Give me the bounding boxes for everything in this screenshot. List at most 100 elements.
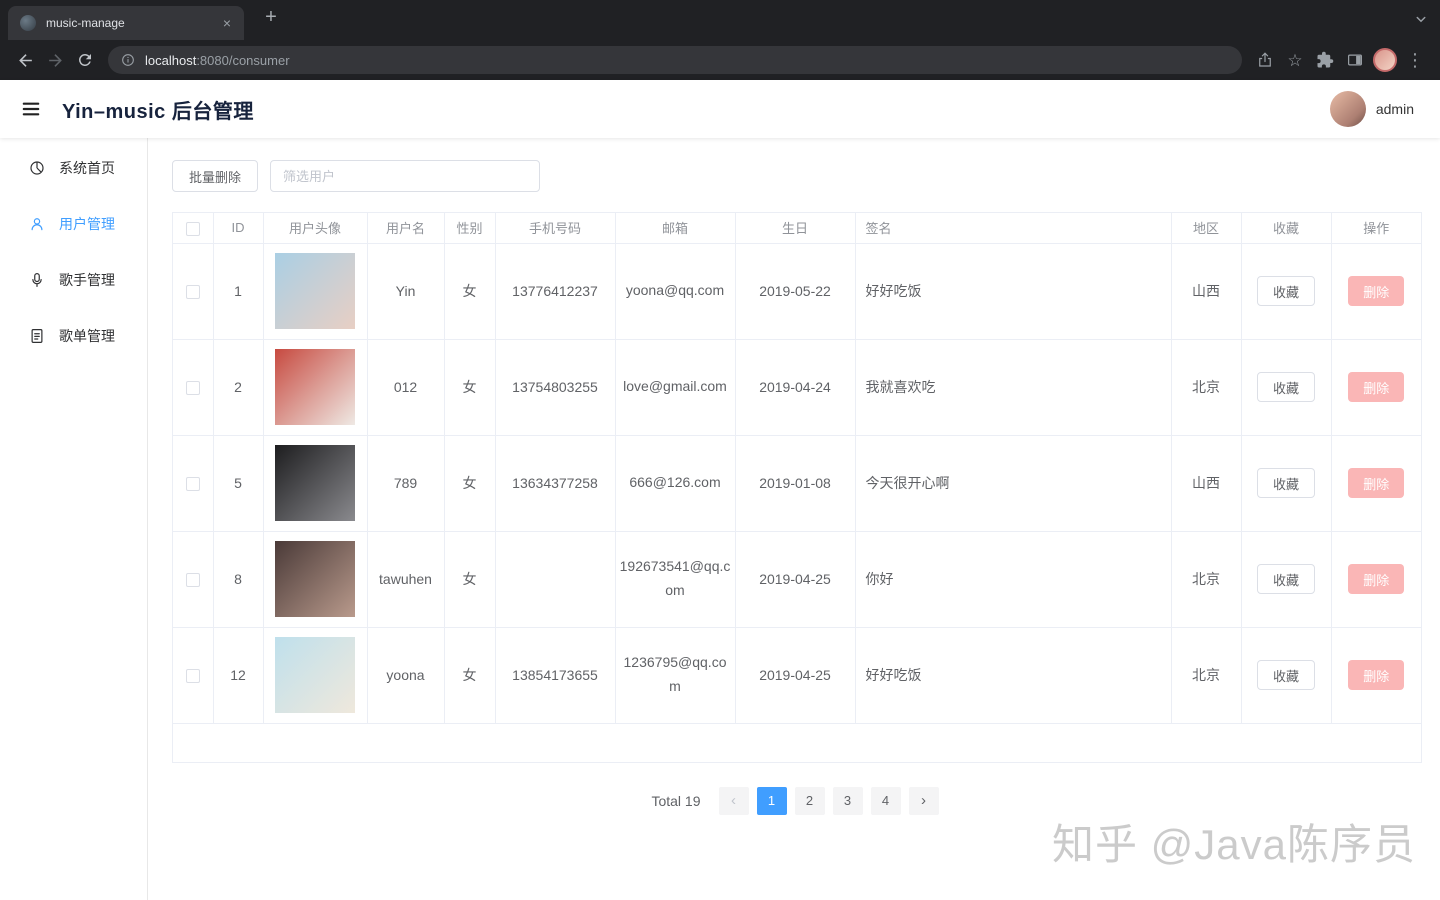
app-header: Yin–music 后台管理 admin <box>0 80 1440 138</box>
cell-id: 8 <box>213 531 264 628</box>
cell-birthday: 2019-04-25 <box>735 531 856 628</box>
address-bar[interactable]: localhost:8080/consumer <box>108 46 1242 74</box>
reload-button[interactable] <box>70 45 100 75</box>
cell-signature: 好好吃饭 <box>855 243 1172 340</box>
delete-button[interactable]: 删除 <box>1348 276 1405 306</box>
extensions-puzzle-icon[interactable] <box>1310 45 1340 75</box>
user-avatar <box>275 445 355 521</box>
cell-id: 12 <box>213 627 264 724</box>
cell-phone: 13754803255 <box>495 339 616 436</box>
tab-close-icon[interactable]: × <box>218 14 236 32</box>
browser-profile-avatar[interactable] <box>1370 45 1400 75</box>
sidebar-item-label: 用户管理 <box>59 216 115 232</box>
table-row: 12 yoona 女 13854173655 1236795@qq.com 20… <box>173 627 1421 724</box>
column-header: 地区 <box>1171 213 1242 244</box>
cell-username: 789 <box>367 435 445 532</box>
new-tab-button[interactable]: + <box>258 7 284 33</box>
favorite-button[interactable]: 收藏 <box>1256 468 1315 498</box>
favorite-button[interactable]: 收藏 <box>1256 372 1315 402</box>
column-header: 性别 <box>444 213 496 244</box>
user-avatar <box>275 253 355 329</box>
cell-region: 山西 <box>1171 435 1242 532</box>
cell-email: 666@126.com <box>615 435 736 532</box>
column-header: 签名 <box>855 213 1172 244</box>
cell-username: tawuhen <box>367 531 445 628</box>
row-checkbox[interactable] <box>185 477 200 492</box>
tab-title: music-manage <box>46 16 125 30</box>
tab-favicon-icon <box>20 15 36 31</box>
batch-delete-button[interactable]: 批量删除 <box>172 160 259 192</box>
browser-menu-kebab-icon[interactable]: ⋮ <box>1400 45 1430 75</box>
user-profile-avatar[interactable] <box>1329 91 1366 127</box>
pagination-page-1[interactable]: 1 <box>756 786 787 815</box>
pagination-page-2[interactable]: 2 <box>794 786 825 815</box>
column-header: 生日 <box>735 213 856 244</box>
delete-button[interactable]: 删除 <box>1348 468 1405 498</box>
hamburger-menu-icon[interactable] <box>20 98 42 120</box>
cell-birthday: 2019-01-08 <box>735 435 856 532</box>
column-header: 操作 <box>1331 213 1421 244</box>
pagination-page-4[interactable]: 4 <box>870 786 901 815</box>
delete-button[interactable]: 删除 <box>1348 372 1405 402</box>
cell-username: Yin <box>367 243 445 340</box>
sidebar-item-users[interactable]: 用户管理 <box>0 196 147 252</box>
user-icon <box>31 218 43 231</box>
cell-gender: 女 <box>444 531 496 628</box>
cell-id: 2 <box>213 339 264 436</box>
column-header: 邮箱 <box>615 213 736 244</box>
cell-gender: 女 <box>444 243 496 340</box>
cell-phone: 13776412237 <box>495 243 616 340</box>
favorite-button[interactable]: 收藏 <box>1256 564 1315 594</box>
row-checkbox[interactable] <box>185 381 200 396</box>
sidebar-item-label: 歌单管理 <box>59 328 115 344</box>
delete-button[interactable]: 删除 <box>1348 660 1405 690</box>
sidebar: 系统首页 用户管理 歌手管理 歌单管理 <box>0 138 148 900</box>
browser-tab[interactable]: music-manage × <box>8 6 244 40</box>
watermark: 知乎 @Java陈序员 <box>1051 821 1416 868</box>
pagination-page-3[interactable]: 3 <box>832 786 863 815</box>
row-checkbox[interactable] <box>185 669 200 684</box>
user-profile-name: admin <box>1375 101 1414 117</box>
select-all-checkbox[interactable] <box>185 221 200 236</box>
browser-toolbar: localhost:8080/consumer ☆ ⋮ <box>0 40 1440 80</box>
cell-birthday: 2019-04-24 <box>735 339 856 436</box>
site-info-icon[interactable] <box>120 52 136 68</box>
delete-button[interactable]: 删除 <box>1348 564 1405 594</box>
cell-gender: 女 <box>444 627 496 724</box>
favorite-button[interactable]: 收藏 <box>1256 660 1315 690</box>
sidebar-item-singers[interactable]: 歌手管理 <box>0 252 147 308</box>
pagination-prev-button[interactable]: ‹ <box>718 786 749 815</box>
sidebar-item-playlists[interactable]: 歌单管理 <box>0 308 147 364</box>
filter-users-input[interactable] <box>270 160 541 192</box>
bookmark-star-icon[interactable]: ☆ <box>1280 45 1310 75</box>
cell-birthday: 2019-04-25 <box>735 627 856 724</box>
cell-signature: 我就喜欢吃 <box>855 339 1172 436</box>
cell-region: 山西 <box>1171 243 1242 340</box>
forward-button[interactable] <box>40 45 70 75</box>
sidebar-item-home[interactable]: 系统首页 <box>0 140 147 196</box>
cell-gender: 女 <box>444 339 496 436</box>
cell-region: 北京 <box>1171 627 1242 724</box>
cell-region: 北京 <box>1171 339 1242 436</box>
cell-region: 北京 <box>1171 531 1242 628</box>
row-checkbox[interactable] <box>185 285 200 300</box>
user-table: ID 用户头像 用户名 性别 手机号码 邮箱 生日 签名 地区 收藏 操作 1 <box>172 212 1422 763</box>
cell-signature: 好好吃饭 <box>855 627 1172 724</box>
cell-phone <box>495 531 616 628</box>
table-row: 5 789 女 13634377258 666@126.com 2019-01-… <box>173 435 1421 532</box>
share-icon[interactable] <box>1250 45 1280 75</box>
tab-search-chevron-icon[interactable] <box>1412 10 1430 33</box>
back-button[interactable] <box>10 45 40 75</box>
cell-phone: 13854173655 <box>495 627 616 724</box>
header-user[interactable]: admin <box>1329 91 1414 127</box>
row-checkbox[interactable] <box>185 573 200 588</box>
cell-signature: 你好 <box>855 531 1172 628</box>
cell-email: love@gmail.com <box>615 339 736 436</box>
pagination-next-button[interactable]: › <box>908 786 939 815</box>
user-table-body: 1 Yin 女 13776412237 yoona@qq.com 2019-05… <box>173 243 1421 724</box>
column-header: 收藏 <box>1241 213 1332 244</box>
side-panel-icon[interactable] <box>1340 45 1370 75</box>
cell-username: yoona <box>367 627 445 724</box>
favorite-button[interactable]: 收藏 <box>1256 276 1315 306</box>
cell-signature: 今天很开心啊 <box>855 435 1172 532</box>
